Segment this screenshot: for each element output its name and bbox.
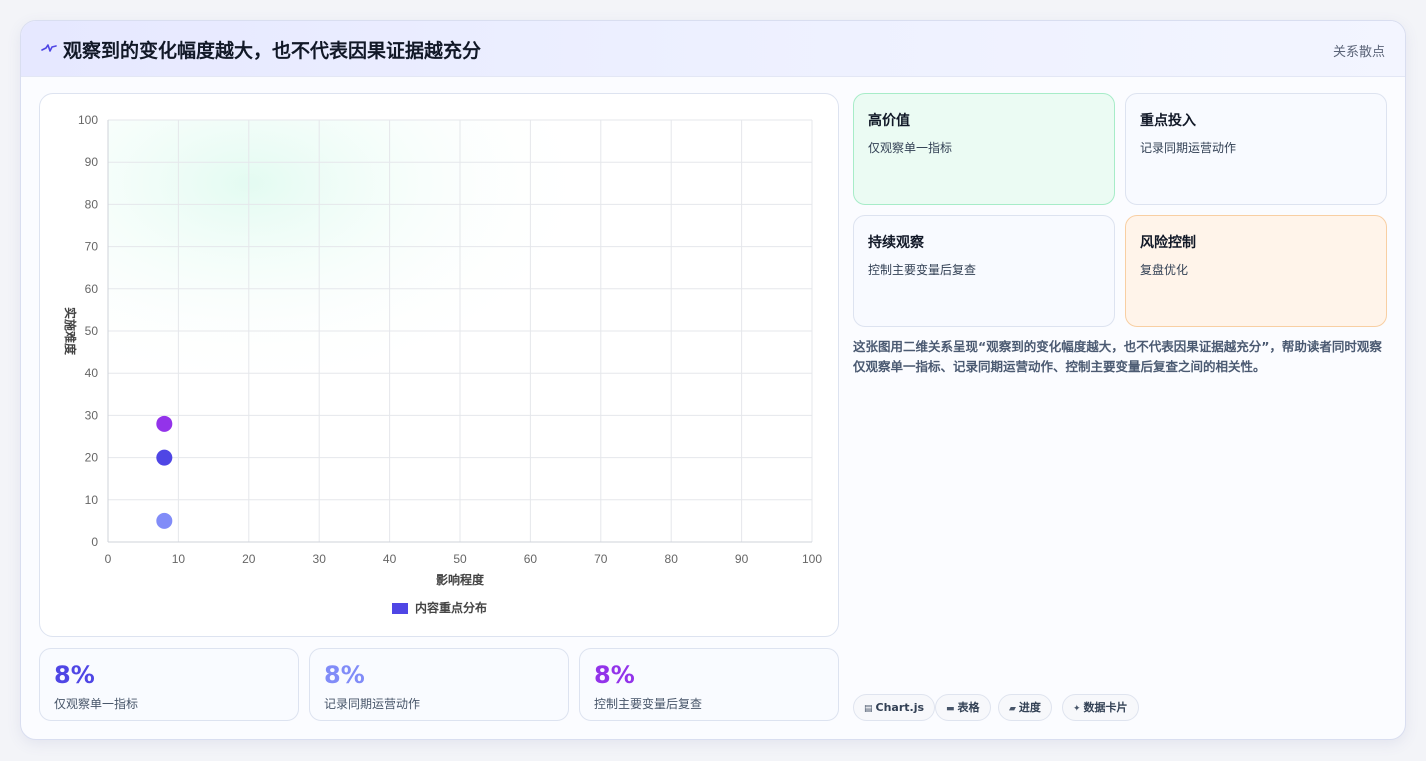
stat-label: 记录同期运营动作 [324, 697, 421, 711]
page-title: 观察到的变化幅度越大，也不代表因果证据越充分 [63, 40, 482, 62]
pill-chartjs[interactable]: ▤ Chart.js [853, 694, 936, 721]
y-tick-label: 0 [91, 535, 98, 549]
scatter-point [156, 415, 173, 432]
stat-value: 8% [54, 661, 95, 689]
y-tick-label: 40 [85, 366, 99, 380]
scatter-point [156, 512, 173, 529]
table-icon: ▬ [946, 704, 955, 714]
stat-label: 控制主要变量后复查 [594, 697, 703, 711]
y-tick-label: 50 [85, 324, 99, 338]
y-tick-label: 20 [85, 451, 99, 465]
scatter-chart: 0 10 20 30 40 50 60 70 80 90 100 0 10 20 30 40 50 60 70 80 9… [63, 113, 822, 615]
x-tick-label: 100 [802, 552, 822, 566]
y-tick-label: 10 [85, 493, 99, 507]
quadrant-key-investment: 重点投入 记录同期运营动作 [1125, 93, 1387, 205]
x-tick-label: 0 [105, 552, 112, 566]
quadrant-title: 持续观察 [868, 235, 924, 251]
card-icon: ✦ [1073, 704, 1081, 714]
pulse-icon [41, 40, 57, 56]
quadrant-desc: 控制主要变量后复查 [868, 263, 977, 277]
stat-card-2: 8% 记录同期运营动作 [309, 648, 569, 721]
stat-card-3: 8% 控制主要变量后复查 [579, 648, 839, 721]
quadrant-risk-control: 风险控制 复盘优化 [1125, 215, 1387, 327]
x-tick-label: 40 [383, 552, 397, 566]
x-tick-label: 20 [242, 552, 256, 566]
legend-swatch [392, 603, 408, 614]
x-tick-label: 10 [172, 552, 186, 566]
x-tick-label: 60 [524, 552, 538, 566]
stat-label: 仅观察单一指标 [54, 697, 139, 711]
y-tick-label: 70 [85, 240, 99, 254]
pill-data-card[interactable]: ✦ 数据卡片 [1062, 694, 1139, 721]
progress-icon: ▰ [1009, 704, 1016, 714]
y-tick-label: 100 [78, 113, 98, 127]
quadrant-desc: 记录同期运营动作 [1140, 141, 1237, 155]
y-tick-label: 30 [85, 408, 99, 422]
x-tick-label: 70 [594, 552, 608, 566]
scatter-chart-card: 0 10 20 30 40 50 60 70 80 90 100 0 10 20 30 40 50 60 70 80 9… [39, 93, 839, 637]
y-tick-label: 80 [85, 197, 99, 211]
scatter-point [156, 449, 173, 466]
pill-progress[interactable]: ▰ 进度 [998, 694, 1052, 721]
x-tick-label: 80 [665, 552, 679, 566]
x-tick-label: 50 [453, 552, 467, 566]
stat-card-1: 8% 仅观察单一指标 [39, 648, 299, 721]
quadrant-title: 重点投入 [1140, 113, 1196, 129]
x-tick-label: 30 [313, 552, 327, 566]
chart-description: 这张图用二维关系呈现“观察到的变化幅度越大，也不代表因果证据越充分”，帮助读者同… [853, 339, 1382, 374]
quadrant-high-value: 高价值 仅观察单一指标 [853, 93, 1115, 205]
stat-value: 8% [594, 661, 635, 689]
stat-value: 8% [324, 661, 365, 689]
quadrant-desc: 仅观察单一指标 [868, 141, 953, 155]
chart-icon: ▤ [864, 704, 873, 714]
main-panel: 观察到的变化幅度越大，也不代表因果证据越充分 关系散点 0 10 20 30 40 50 6… [20, 20, 1406, 740]
y-tick-label: 60 [85, 282, 99, 296]
chart-type-tag: 关系散点 [1332, 45, 1385, 60]
quadrant-desc: 复盘优化 [1140, 263, 1189, 277]
panel-header: 观察到的变化幅度越大，也不代表因果证据越充分 关系散点 [21, 21, 1405, 77]
x-tick-label: 90 [735, 552, 749, 566]
legend-label: 内容重点分布 [415, 600, 487, 615]
x-axis-label: 影响程度 [436, 572, 485, 587]
y-axis-label: 实施难度 [63, 307, 78, 356]
pill-table[interactable]: ▬ 表格 [935, 694, 991, 721]
y-tick-label: 90 [85, 155, 99, 169]
quadrant-continuous-watch: 持续观察 控制主要变量后复查 [853, 215, 1115, 327]
quadrant-title: 高价值 [868, 113, 910, 129]
quadrant-title: 风险控制 [1140, 235, 1196, 251]
